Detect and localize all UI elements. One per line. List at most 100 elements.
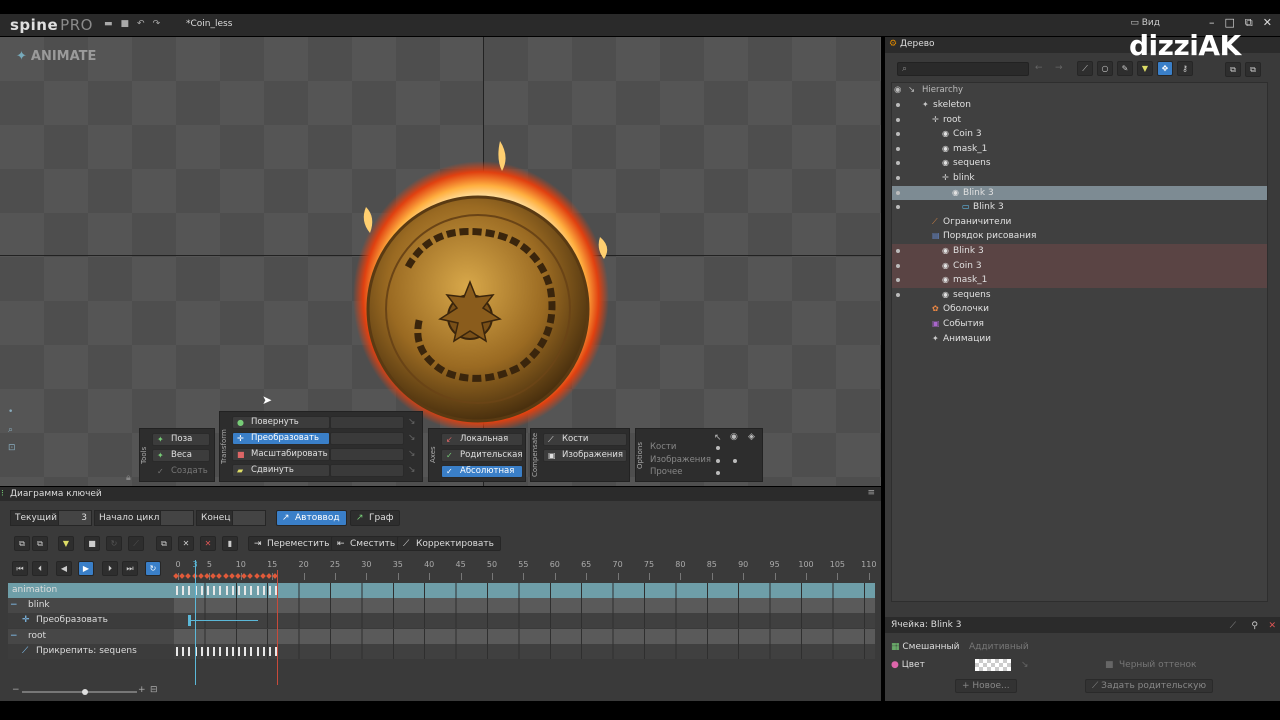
keyframe[interactable]: [244, 647, 247, 656]
tree-node[interactable]: ▭ Blink 3: [892, 200, 1267, 215]
duplicate-icon[interactable]: ⧉: [156, 536, 172, 551]
shear-value[interactable]: [330, 464, 404, 477]
visibility-toggle[interactable]: [896, 263, 900, 268]
world-axes-button[interactable]: ✓ Абсолютная: [441, 465, 523, 478]
timeline-track-attachment[interactable]: ⟋ Прикрепить: sequens: [8, 644, 875, 659]
tree-node[interactable]: ◉ Blink 3: [892, 244, 1267, 259]
keyframe[interactable]: [188, 647, 191, 656]
keyframe[interactable]: [225, 586, 228, 595]
keyframe[interactable]: [176, 586, 178, 595]
new-button[interactable]: + Новое...: [955, 679, 1017, 693]
visibility-toggle[interactable]: [896, 249, 900, 253]
prev-result-icon[interactable]: ←: [1035, 63, 1043, 73]
keyframe[interactable]: [231, 586, 234, 595]
track-lane[interactable]: [174, 644, 875, 659]
ruler-keyframe[interactable]: [266, 573, 272, 579]
clear-icon[interactable]: ✕: [200, 536, 216, 551]
visibility-toggle[interactable]: [896, 146, 900, 151]
circle-icon[interactable]: ○: [1097, 61, 1113, 76]
end-marker[interactable]: [277, 570, 278, 685]
color-swatch[interactable]: [975, 659, 1011, 671]
adjust-button[interactable]: ⟋ Корректировать: [397, 536, 501, 551]
tree-node[interactable]: ✛ root: [892, 113, 1267, 128]
shear-button[interactable]: ▰ Сдвинуть: [232, 464, 330, 477]
track-lane[interactable]: [174, 583, 875, 598]
loop-icon[interactable]: ↻: [145, 561, 161, 576]
brush-icon[interactable]: ⟋: [1077, 61, 1093, 76]
tree-node[interactable]: ◉ Coin 3: [892, 127, 1267, 142]
track-lane[interactable]: [174, 613, 875, 628]
lock-icon[interactable]: 🔒︎: [126, 473, 131, 483]
playhead[interactable]: [195, 560, 196, 685]
translate-value[interactable]: [330, 432, 404, 445]
keyframe[interactable]: [182, 586, 185, 595]
local-axes-button[interactable]: ↙ Локальная: [441, 433, 523, 446]
keyframe[interactable]: [176, 647, 178, 656]
compensate-images-button[interactable]: ▣ Изображения: [543, 449, 627, 462]
key-icon[interactable]: ⚷: [1177, 61, 1193, 76]
fit-timeline-icon[interactable]: ⊟: [150, 685, 158, 695]
close-icon[interactable]: ✕: [1263, 16, 1272, 30]
eye-icon[interactable]: ◉: [730, 432, 738, 442]
delete-slot-icon[interactable]: ✕: [1268, 618, 1276, 634]
copy-icon[interactable]: ⧉: [14, 536, 30, 551]
scale-button[interactable]: ■ Масштабировать: [232, 448, 330, 461]
first-frame-icon[interactable]: ⏮: [12, 561, 28, 576]
tree-node[interactable]: ◉ mask_1: [892, 142, 1267, 157]
images-visible-toggle[interactable]: [733, 459, 737, 463]
link-icon[interactable]: ⟋: [128, 536, 144, 551]
keyframe[interactable]: [269, 586, 271, 595]
keyframe[interactable]: [219, 647, 222, 656]
visibility-toggle[interactable]: [896, 278, 900, 283]
ruler-keyframe[interactable]: [259, 573, 266, 579]
rotate-key-icon[interactable]: ↘: [408, 417, 416, 427]
redo-icon[interactable]: ↷: [153, 19, 161, 29]
ruler-keyframe[interactable]: [253, 573, 260, 579]
coin-sprite[interactable]: [350, 137, 612, 437]
keyframe[interactable]: [225, 647, 228, 656]
paste-icon[interactable]: ⧉: [32, 536, 48, 551]
weights-button[interactable]: ✦ Веса: [152, 449, 210, 462]
graph-button[interactable]: ↗ Граф: [350, 510, 401, 526]
visibility-toggle[interactable]: [896, 176, 900, 180]
keyframe[interactable]: [231, 647, 234, 656]
tree-node[interactable]: ▤ Порядок рисования: [892, 229, 1267, 244]
keyframe[interactable]: [250, 647, 253, 656]
tree-node[interactable]: ◉ sequens: [892, 156, 1267, 171]
restore-icon[interactable]: ⧉: [1245, 16, 1253, 30]
current-frame-field[interactable]: 3: [58, 510, 92, 526]
keyframe[interactable]: [188, 586, 191, 595]
ruler-keyframe[interactable]: [179, 573, 186, 579]
color-key-icon[interactable]: ↘: [1021, 657, 1029, 673]
blend-mode-select[interactable]: Аддитивный: [969, 639, 1029, 655]
ruler-keyframe[interactable]: [228, 573, 235, 579]
tag-icon[interactable]: ◈: [748, 432, 755, 442]
tree-search-input[interactable]: ⌕: [897, 62, 1029, 76]
timeline-track-animation[interactable]: animation: [8, 583, 875, 598]
zoom-icon[interactable]: ⌕: [8, 425, 16, 435]
cut-icon[interactable]: ↻: [106, 536, 122, 551]
other-select-toggle[interactable]: [716, 471, 720, 475]
tree-node[interactable]: ◉ Blink 3: [892, 185, 1267, 201]
ruler-keyframe[interactable]: [222, 573, 229, 579]
open-folder-icon[interactable]: ▬: [104, 19, 113, 29]
save-icon[interactable]: ■: [121, 19, 130, 29]
tree-filter-icon[interactable]: ▼: [1137, 61, 1153, 76]
prev-key-icon[interactable]: ⏴: [32, 561, 48, 576]
visibility-toggle[interactable]: [896, 190, 900, 195]
last-frame-icon[interactable]: ⏭: [122, 561, 138, 576]
keyframe[interactable]: [200, 586, 203, 595]
tree-node[interactable]: ✿ Оболочки: [892, 302, 1267, 317]
autokey-button[interactable]: ↗ Автоввод: [276, 510, 347, 526]
trash-icon[interactable]: ▮: [222, 536, 238, 551]
tree-node[interactable]: ✦ skeleton: [892, 98, 1267, 113]
play-forward-icon[interactable]: ▶: [78, 561, 94, 576]
images-select-toggle[interactable]: [716, 459, 720, 463]
keyframe[interactable]: [256, 586, 259, 595]
pose-button[interactable]: ✦ Поза: [152, 433, 210, 446]
collapse-track-icon[interactable]: −: [10, 598, 18, 613]
keyframe[interactable]: [207, 647, 209, 656]
tree-node[interactable]: ✦ Анимации: [892, 332, 1267, 347]
tree-node[interactable]: ⟋ Ограничители: [892, 215, 1267, 230]
compensate-bones-button[interactable]: ⟋ Кости: [543, 433, 627, 446]
